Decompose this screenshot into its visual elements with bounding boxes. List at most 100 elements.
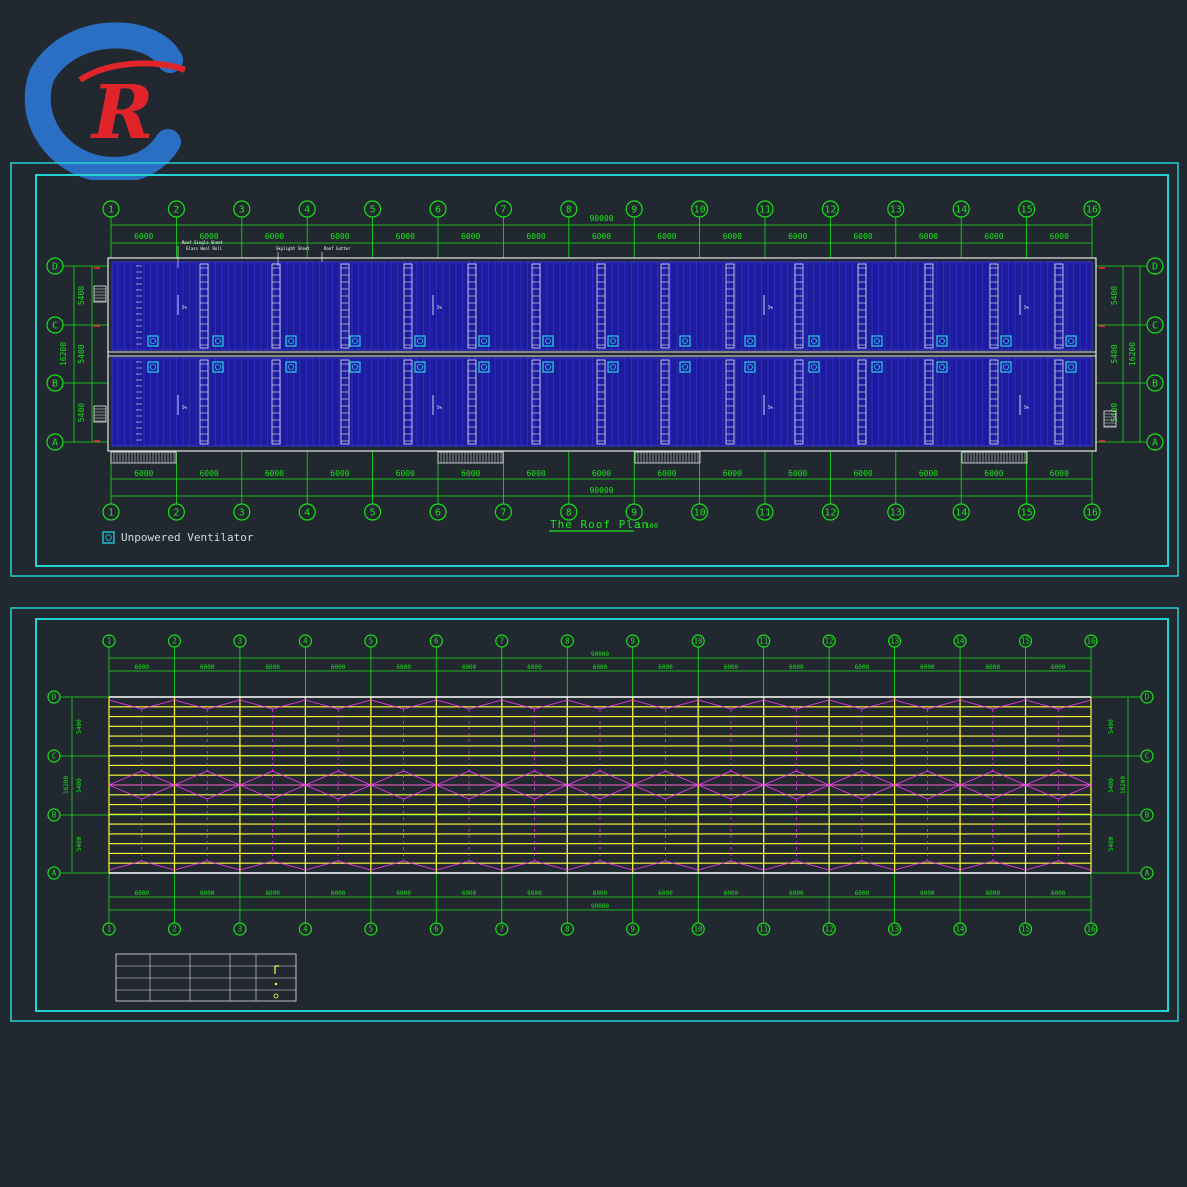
frame-span-top-10: 6000 — [789, 664, 804, 671]
row-span-left-1: 5400 — [77, 344, 86, 363]
axis-15-top-label: 15 — [1021, 205, 1033, 216]
brace-line — [796, 770, 830, 786]
frame-axis-16-top-label: 16 — [1086, 637, 1096, 646]
brace-line — [927, 770, 961, 786]
frame-span-bottom-3: 6000 — [331, 890, 346, 897]
brace-line — [207, 699, 241, 710]
brace-line — [730, 770, 764, 786]
axis-8-bottom-label: 8 — [566, 508, 572, 519]
brace-line — [338, 699, 371, 710]
brace-line — [436, 860, 470, 871]
brace-line — [403, 770, 437, 786]
brace-line — [730, 699, 764, 710]
total-length-top: 90000 — [589, 214, 613, 223]
axis-1-top-label: 1 — [108, 205, 114, 216]
brace-line — [829, 699, 862, 710]
brace-line — [174, 770, 208, 786]
frame-span-top-3: 6000 — [331, 664, 346, 671]
frame-span-top-1: 6000 — [200, 664, 215, 671]
brace-line — [698, 699, 732, 710]
brace-line — [501, 770, 535, 786]
span-bottom-8: 6000 — [657, 469, 676, 478]
span-top-12: 6000 — [919, 232, 938, 241]
brace-line — [338, 860, 371, 871]
frame-total-width-right: 16200 — [1120, 776, 1127, 794]
slope-label: 5% — [768, 405, 773, 410]
legend-label: Unpowered Ventilator — [121, 531, 254, 544]
axis-2-top-label: 2 — [173, 205, 179, 216]
brace-line — [174, 860, 208, 871]
brace-line — [272, 699, 306, 710]
brace-line — [305, 860, 339, 871]
brace-line — [894, 699, 928, 710]
downpipe-icon — [93, 285, 107, 303]
note-label-2: Skylight Sheet — [276, 246, 310, 251]
brace-line — [632, 784, 666, 800]
span-top-10: 6000 — [788, 232, 807, 241]
axis-4-bottom-label: 4 — [304, 508, 310, 519]
frame-span-top-0: 6000 — [135, 664, 150, 671]
legend-symbol-bolt-icon — [274, 982, 278, 986]
brace-line — [567, 860, 601, 871]
legend-symbol-brace-icon — [273, 993, 279, 999]
frame-axis-13-top-label: 13 — [890, 637, 899, 646]
axis-12-bottom-label: 12 — [824, 508, 836, 519]
total-width-left: 16200 — [59, 342, 68, 366]
brace-line — [927, 784, 961, 800]
brace-line — [239, 784, 273, 800]
frame-span-bottom-11: 6000 — [855, 890, 870, 897]
brace-line — [763, 699, 797, 710]
axis-8-top-label: 8 — [566, 205, 572, 216]
frame-axis-11-top-label: 11 — [759, 637, 768, 646]
frame-span-bottom-5: 6000 — [462, 890, 477, 897]
note-label-0: Roof Single Sheet — [182, 240, 224, 245]
span-bottom-13: 6000 — [984, 469, 1003, 478]
brace-line — [829, 860, 862, 871]
brace-line — [436, 770, 470, 786]
brace-line — [992, 860, 1026, 871]
frame-span-top-8: 6000 — [658, 664, 673, 671]
brace-line — [567, 699, 601, 710]
span-bottom-7: 6000 — [592, 469, 611, 478]
brace-line — [468, 699, 502, 710]
frame-axis-7-bottom-label: 7 — [500, 925, 505, 934]
brace-line — [796, 699, 830, 710]
brace-line — [894, 770, 928, 786]
axis-5-bottom-label: 5 — [370, 508, 376, 519]
axis-9-top-label: 9 — [631, 205, 637, 216]
roof-plan-title: The Roof Plan — [550, 518, 649, 531]
frame-row-span-left-2: 5400 — [76, 836, 83, 851]
canopy-icon — [437, 451, 504, 464]
brace-line — [141, 860, 175, 871]
axis-4-top-label: 4 — [304, 205, 310, 216]
brace-line — [763, 784, 797, 800]
brace-line — [403, 784, 437, 800]
axis-6-top-label: 6 — [435, 205, 441, 216]
axis-9-bottom-label: 9 — [631, 508, 637, 519]
span-top-0: 6000 — [134, 232, 153, 241]
span-top-14: 6000 — [1050, 232, 1069, 241]
brace-line — [370, 699, 404, 710]
frame-span-bottom-0: 6000 — [135, 890, 150, 897]
brace-line — [599, 699, 633, 710]
brace-line — [1025, 784, 1059, 800]
span-top-13: 6000 — [984, 232, 1003, 241]
slope-label: 5% — [437, 305, 442, 310]
axis-B-right-label: B — [1152, 379, 1158, 390]
span-bottom-2: 6000 — [265, 469, 284, 478]
brace-line — [207, 784, 241, 800]
brace-line — [1025, 699, 1059, 710]
span-bottom-5: 6000 — [461, 469, 480, 478]
brace-line — [108, 770, 142, 786]
axis-13-top-label: 13 — [890, 205, 902, 216]
brace-line — [632, 860, 666, 871]
note-label-3: Roof Gutter — [324, 246, 351, 251]
brace-line — [927, 860, 961, 871]
frame-span-bottom-7: 6000 — [593, 890, 608, 897]
frame-span-top-11: 6000 — [855, 664, 870, 671]
frame-span-bottom-13: 6000 — [986, 890, 1001, 897]
brace-line — [959, 770, 993, 786]
span-top-11: 6000 — [853, 232, 872, 241]
brace-line — [501, 784, 535, 800]
brace-line — [1025, 860, 1059, 871]
